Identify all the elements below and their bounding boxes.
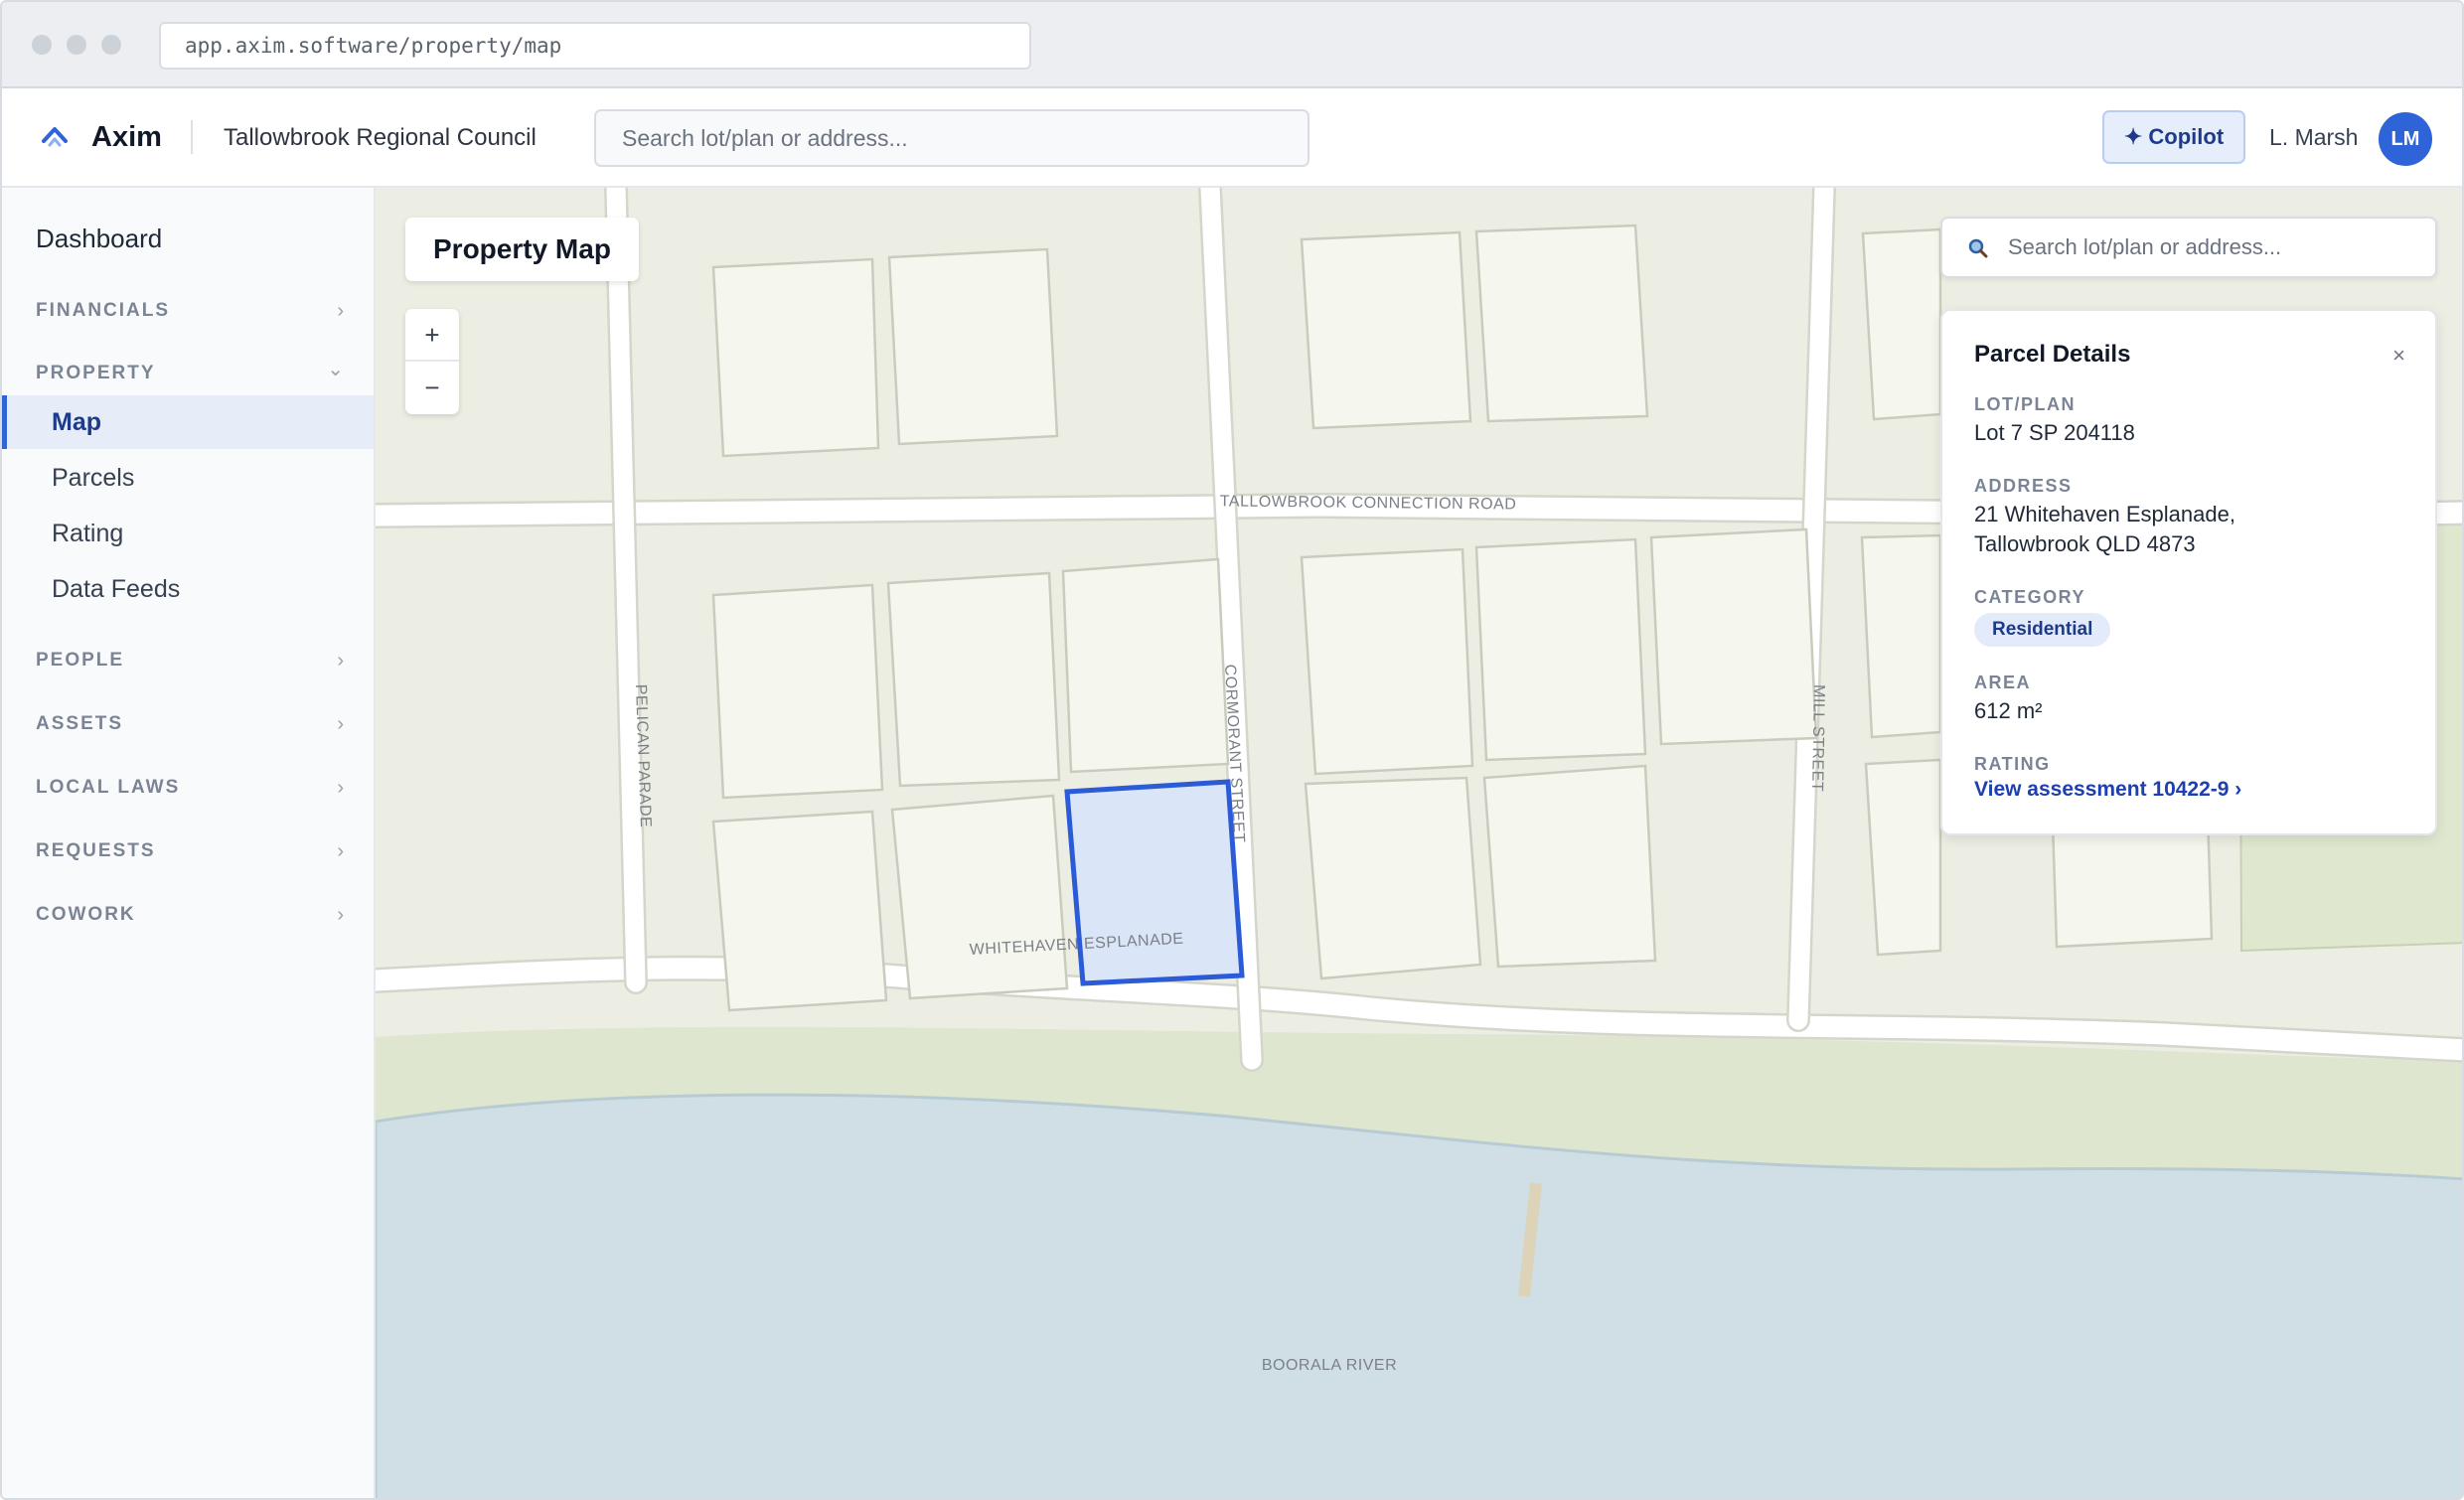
sidebar-section-assets[interactable]: ASSETS › [36,713,344,735]
sidebar-item-parcels[interactable]: Parcels [2,451,374,505]
window-minimize-dot[interactable] [67,35,86,55]
sidebar-section-label: ASSETS [36,713,124,734]
global-search-input[interactable]: Search lot/plan or address... [594,109,1309,167]
sidebar-section-local-laws[interactable]: LOCAL LAWS › [36,777,344,799]
lot-plan-value: Lot 7 SP 204118 [1974,420,2135,445]
chevron-right-icon: › [337,713,344,735]
rating-label: RATING [1974,754,2051,774]
sidebar-item-rating[interactable]: Rating [2,507,374,560]
sidebar-item-map[interactable]: Map [2,395,374,449]
area-value: 612 m² [1974,698,2043,723]
sidebar: Dashboard FINANCIALS › PROPERTY ⌄ Map Pa… [2,188,376,1498]
selected-parcel[interactable] [1064,779,1245,986]
sidebar-item-dashboard[interactable]: Dashboard [36,224,162,254]
parcel-lot[interactable] [1474,224,1649,423]
sidebar-section-label: REQUESTS [36,840,156,861]
parcel-lot[interactable] [711,810,888,1012]
address-line-1: 21 Whitehaven Esplanade, [1974,502,2235,526]
app-header: Axim Tallowbrook Regional Council Search… [2,88,2462,188]
sidebar-section-label: LOCAL LAWS [36,777,181,798]
parcel-lot[interactable] [1649,527,1818,746]
chevron-right-icon: › [337,300,344,322]
user-name[interactable]: L. Marsh [2269,124,2358,151]
organisation-name: Tallowbrook Regional Council [224,124,537,151]
map-search-input[interactable]: Search lot/plan or address... [1940,217,2437,278]
parcel-details-panel: Parcel Details × LOT/PLAN Lot 7 SP 20411… [1940,309,2437,835]
parcel-lot[interactable] [1861,227,1942,421]
axim-logo-icon[interactable] [40,123,70,149]
panel-title: Parcel Details [1974,341,2131,368]
road-label-connection: TALLOWBROOK CONNECTION ROAD [1220,493,1517,513]
sidebar-section-financials[interactable]: FINANCIALS › [36,300,344,322]
parcel-lot[interactable] [1304,776,1482,980]
sidebar-section-property[interactable]: PROPERTY ⌄ [36,359,344,384]
address-label: ADDRESS [1974,476,2073,496]
chevron-right-icon: › [337,777,344,799]
chevron-right-icon: › [337,840,344,862]
address-line-2: Tallowbrook QLD 4873 [1974,531,2196,556]
avatar[interactable]: LM [2379,112,2432,166]
sidebar-section-label: PROPERTY [36,363,156,383]
window-maximize-dot[interactable] [101,35,121,55]
sidebar-section-requests[interactable]: REQUESTS › [36,840,344,862]
sidebar-item-data-feeds[interactable]: Data Feeds [2,562,374,616]
parcel-lot[interactable] [1864,758,1942,957]
header-divider [191,120,193,154]
sidebar-section-cowork[interactable]: COWORK › [36,904,344,926]
zoom-out-button[interactable]: − [405,362,459,414]
parcel-lot[interactable] [1300,230,1472,430]
view-assessment-link[interactable]: View assessment 10422-9 › [1974,778,2241,802]
area-label: AREA [1974,673,2032,692]
parcel-lot[interactable] [711,257,880,458]
river-label: BOORALA RIVER [1262,1357,1397,1374]
parcel-lot[interactable] [711,583,884,800]
lot-plan-label: LOT/PLAN [1974,394,2076,414]
map-search-placeholder: Search lot/plan or address... [2008,234,2282,259]
road-label-mill: MILL STREET [1808,684,1827,792]
browser-chrome: app.axim.software/property/map [2,2,2462,88]
copilot-button[interactable]: ✦ Copilot [2102,110,2245,164]
window-close-dot[interactable] [32,35,52,55]
chevron-right-icon: › [337,904,344,926]
parcel-lot[interactable] [1474,537,1647,762]
sidebar-section-label: PEOPLE [36,650,125,671]
category-badge: Residential [1974,613,2111,647]
parcel-lot[interactable] [1300,547,1474,776]
parcel-lot[interactable] [890,794,1069,1000]
browser-window: app.axim.software/property/map Axim Tall… [0,0,2464,1500]
zoom-controls: + − [405,309,459,414]
brand-name: Axim [91,121,162,153]
sidebar-section-people[interactable]: PEOPLE › [36,650,344,672]
zoom-in-button[interactable]: + [405,309,459,362]
close-icon[interactable]: × [2392,343,2405,369]
parcel-lot[interactable] [1860,533,1942,739]
parcel-lot[interactable] [887,247,1059,446]
parcel-lot[interactable] [886,571,1061,788]
sidebar-section-label: COWORK [36,904,136,925]
sidebar-section-label: FINANCIALS [36,300,171,321]
category-label: CATEGORY [1974,587,2086,607]
map-title: Property Map [405,218,639,281]
parcel-lot[interactable] [1482,764,1657,969]
property-map[interactable]: TALLOWBROOK CONNECTION ROAD PELICAN PARA… [376,188,2462,1498]
chevron-right-icon: › [337,650,344,672]
parcel-lot[interactable] [1061,557,1230,774]
search-icon [1968,238,1988,258]
address-bar[interactable]: app.axim.software/property/map [159,22,1031,70]
chevron-down-icon: ⌄ [327,359,344,380]
